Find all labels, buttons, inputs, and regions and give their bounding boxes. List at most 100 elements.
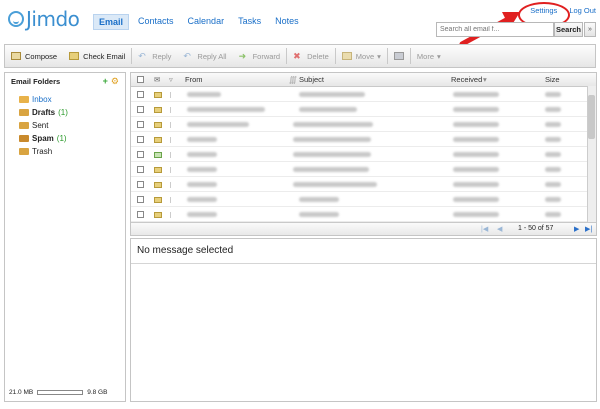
folder-count: (1) bbox=[56, 134, 67, 143]
received-column-header[interactable]: Received bbox=[451, 75, 482, 84]
redacted-date bbox=[453, 212, 499, 217]
tab-email[interactable]: Email bbox=[93, 14, 130, 30]
reply-icon: ↶ bbox=[138, 51, 146, 61]
print-button[interactable] bbox=[388, 45, 410, 67]
redacted-date bbox=[453, 182, 499, 187]
flag-icon: ▿ bbox=[169, 75, 173, 84]
table-row[interactable] bbox=[131, 192, 587, 207]
mail-toolbar: Compose Check Email ↶ Reply ↶ Reply All … bbox=[4, 44, 596, 68]
forward-button[interactable]: ➜ Forward bbox=[233, 45, 287, 67]
row-checkbox[interactable] bbox=[137, 196, 144, 203]
tab-notes[interactable]: Notes bbox=[270, 14, 304, 30]
check-email-button[interactable]: Check Email bbox=[63, 45, 131, 67]
redacted-date bbox=[453, 137, 499, 142]
row-checkbox[interactable] bbox=[137, 211, 144, 218]
tab-contacts[interactable]: Contacts bbox=[133, 14, 179, 30]
folder-sent[interactable]: Sent bbox=[19, 121, 48, 130]
last-page-icon[interactable]: ▶| bbox=[585, 225, 592, 233]
flag-icon bbox=[170, 122, 171, 128]
row-checkbox[interactable] bbox=[137, 106, 144, 113]
table-row[interactable] bbox=[131, 102, 587, 117]
envelope-icon bbox=[154, 167, 162, 173]
print-icon bbox=[393, 52, 404, 60]
from-column-header[interactable]: From bbox=[185, 75, 203, 84]
search-input[interactable] bbox=[436, 22, 554, 37]
first-page-icon[interactable]: |◀ bbox=[481, 225, 488, 233]
redacted-subject bbox=[293, 152, 371, 157]
trash-icon bbox=[19, 148, 29, 155]
table-row[interactable] bbox=[131, 132, 587, 147]
folder-label: Inbox bbox=[32, 95, 52, 104]
envelope-icon bbox=[154, 107, 162, 113]
gear-icon[interactable]: ⚙ bbox=[111, 76, 119, 87]
folder-actions: + ⚙ bbox=[103, 76, 119, 87]
redacted-size bbox=[545, 167, 561, 172]
folder-trash[interactable]: Trash bbox=[19, 147, 52, 156]
row-checkbox[interactable] bbox=[137, 151, 144, 158]
row-checkbox[interactable] bbox=[137, 121, 144, 128]
redacted-subject bbox=[293, 182, 377, 187]
redacted-date bbox=[453, 92, 499, 97]
row-checkbox[interactable] bbox=[137, 91, 144, 98]
smiley-logo-icon bbox=[8, 11, 24, 27]
divider bbox=[131, 263, 596, 264]
table-row[interactable] bbox=[131, 117, 587, 132]
flag-icon bbox=[170, 152, 171, 158]
row-checkbox[interactable] bbox=[137, 136, 144, 143]
folder-move-icon bbox=[341, 52, 352, 60]
more-button[interactable]: More ▾ bbox=[411, 45, 447, 67]
row-checkbox[interactable] bbox=[137, 181, 144, 188]
table-row[interactable] bbox=[131, 87, 587, 102]
add-folder-icon[interactable]: + bbox=[103, 76, 108, 87]
reply-all-button[interactable]: ↶ Reply All bbox=[177, 45, 232, 67]
envelope-icon bbox=[154, 137, 162, 143]
jimdo-logo[interactable]: Jimdo bbox=[8, 6, 80, 32]
redacted-size bbox=[545, 92, 561, 97]
replied-envelope-icon bbox=[154, 152, 162, 158]
redacted-size bbox=[545, 107, 561, 112]
quota-bar bbox=[37, 389, 84, 395]
flag-icon bbox=[170, 137, 171, 143]
compose-button[interactable]: Compose bbox=[5, 45, 63, 67]
folder-inbox[interactable]: Inbox bbox=[19, 95, 52, 104]
flag-icon bbox=[170, 197, 171, 203]
table-row[interactable] bbox=[131, 162, 587, 177]
page-range: 1 - 50 of 57 bbox=[518, 225, 554, 232]
redacted-date bbox=[453, 152, 499, 157]
delete-button[interactable]: ✖ Delete bbox=[287, 45, 335, 67]
table-row[interactable] bbox=[131, 177, 587, 192]
move-button[interactable]: Move ▾ bbox=[336, 45, 387, 67]
row-checkbox[interactable] bbox=[137, 166, 144, 173]
tab-tasks[interactable]: Tasks bbox=[233, 14, 266, 30]
flag-icon bbox=[170, 182, 171, 188]
pagination-bar: |◀ ◀ 1 - 50 of 57 ▶ ▶| bbox=[131, 222, 596, 235]
redacted-date bbox=[453, 167, 499, 172]
folder-spam[interactable]: Spam (1) bbox=[19, 134, 67, 143]
search-button[interactable]: Search bbox=[554, 22, 583, 37]
reply-button[interactable]: ↶ Reply bbox=[132, 45, 177, 67]
reply-all-label: Reply All bbox=[197, 51, 227, 61]
logout-link[interactable]: Log Out bbox=[569, 6, 596, 15]
size-column-header[interactable]: Size bbox=[545, 75, 560, 84]
folder-label: Drafts bbox=[32, 108, 56, 117]
quota-total: 9.8 GB bbox=[87, 388, 108, 396]
flag-icon bbox=[170, 92, 171, 98]
next-page-icon[interactable]: ▶ bbox=[574, 225, 579, 233]
tab-calendar[interactable]: Calendar bbox=[183, 14, 230, 30]
prev-page-icon[interactable]: ◀ bbox=[497, 225, 502, 233]
folder-drafts[interactable]: Drafts (1) bbox=[19, 108, 68, 117]
redacted-sender bbox=[187, 152, 217, 157]
scrollbar-thumb[interactable] bbox=[588, 95, 595, 139]
search-options-chevron-icon[interactable]: » bbox=[584, 22, 596, 37]
table-row[interactable] bbox=[131, 207, 587, 222]
folder-label: Sent bbox=[32, 121, 49, 130]
redacted-size bbox=[545, 212, 561, 217]
sent-icon bbox=[19, 122, 29, 129]
table-row[interactable] bbox=[131, 147, 587, 162]
subject-column-header[interactable]: Subject bbox=[299, 75, 324, 84]
select-all-checkbox[interactable] bbox=[137, 76, 144, 83]
folder-count: (1) bbox=[58, 108, 68, 117]
redacted-subject bbox=[299, 92, 365, 97]
forward-label: Forward bbox=[252, 51, 281, 61]
message-list: ✉ ▿ From ∭ Subject Received ▾ Size |◀ ◀ … bbox=[130, 72, 597, 236]
